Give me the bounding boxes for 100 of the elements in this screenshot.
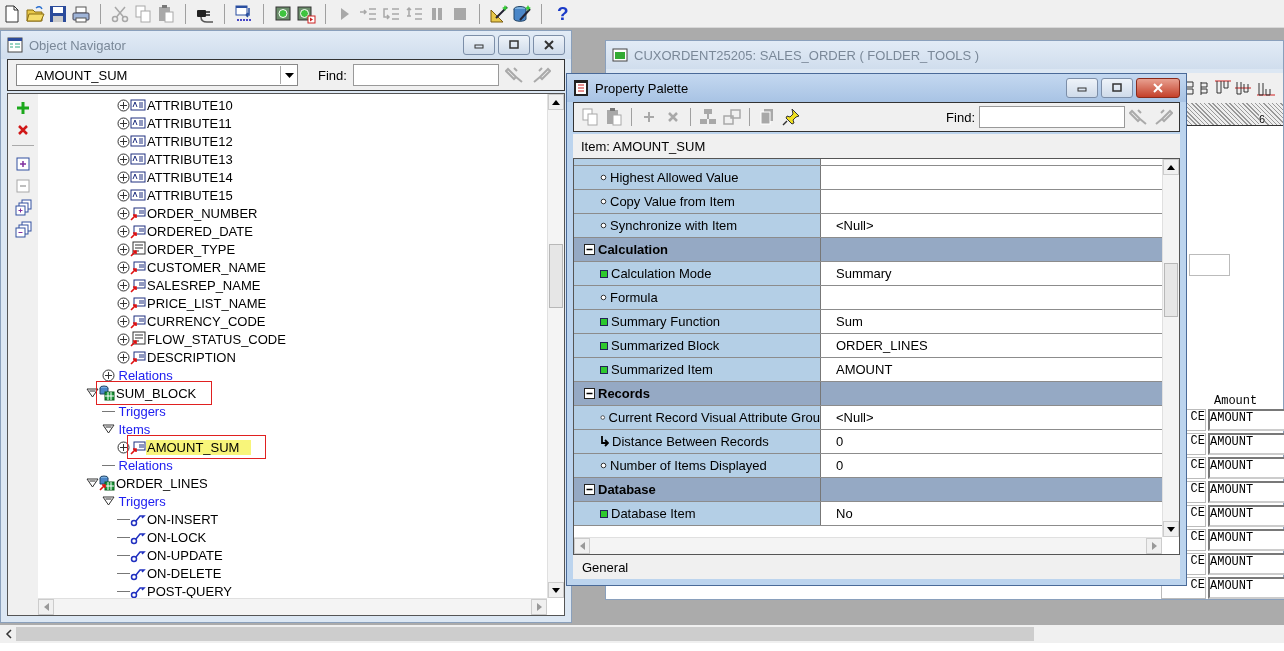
tree-toggle-icon[interactable] bbox=[117, 152, 130, 166]
tree-toggle-icon[interactable] bbox=[584, 388, 595, 399]
tree-item[interactable]: Triggers bbox=[114, 403, 167, 419]
tree-item[interactable]: Relations bbox=[114, 367, 174, 383]
database-wand-icon[interactable] bbox=[512, 3, 532, 24]
group-header[interactable]: Calculation bbox=[574, 238, 1162, 262]
scroll-thumb[interactable] bbox=[1164, 263, 1178, 317]
tree-item[interactable]: ORDER_TYPE bbox=[146, 241, 237, 257]
property-value[interactable]: 0 bbox=[836, 434, 844, 449]
tree-toggle-icon[interactable] bbox=[101, 368, 115, 382]
tree-toggle-icon[interactable] bbox=[584, 244, 595, 255]
tree-toggle-icon[interactable] bbox=[117, 296, 130, 310]
group-header[interactable]: Database bbox=[574, 478, 1162, 502]
vertical-scrollbar[interactable] bbox=[1162, 159, 1179, 537]
tree-item[interactable]: Items bbox=[114, 421, 152, 437]
tree-item[interactable]: ATTRIBUTE13 bbox=[146, 151, 234, 167]
expand-all-icon[interactable] bbox=[13, 198, 33, 218]
property-value[interactable]: <Null> bbox=[836, 410, 874, 425]
debug-screen-icon[interactable] bbox=[296, 3, 316, 24]
tree-item[interactable]: ATTRIBUTE11 bbox=[146, 115, 233, 131]
scroll-up-icon[interactable] bbox=[552, 99, 560, 105]
tree-item[interactable]: SALESREP_NAME bbox=[146, 277, 262, 293]
tree-item[interactable]: Triggers bbox=[114, 493, 167, 509]
tree-item[interactable]: Relations bbox=[114, 457, 174, 473]
scroll-down-icon[interactable] bbox=[552, 587, 560, 593]
tree-item[interactable]: CURRENCY_CODE bbox=[146, 313, 267, 329]
new-file-icon[interactable] bbox=[2, 3, 22, 24]
tree-item[interactable]: ON-LOCK bbox=[146, 529, 208, 545]
property-value[interactable]: No bbox=[836, 506, 853, 521]
tree-item[interactable]: ORDER_LINES bbox=[115, 475, 209, 491]
property-value[interactable]: ORDER_LINES bbox=[836, 338, 928, 353]
tree-toggle-icon[interactable] bbox=[117, 206, 130, 220]
tree-toggle-icon[interactable] bbox=[117, 314, 130, 328]
context-dropdown[interactable]: AMOUNT_SUM bbox=[16, 64, 298, 86]
open-folder-icon[interactable] bbox=[25, 3, 45, 24]
tree-toggle-icon[interactable] bbox=[117, 278, 130, 292]
ruler-wand-icon[interactable] bbox=[489, 3, 509, 24]
tree-toggle-icon[interactable] bbox=[117, 440, 130, 454]
tree-item[interactable]: ORDERED_DATE bbox=[146, 223, 254, 239]
tree-toggle-icon[interactable] bbox=[117, 116, 130, 130]
tree-item[interactable]: ORDER_NUMBER bbox=[146, 205, 259, 221]
horizontal-scrollbar[interactable] bbox=[38, 598, 547, 615]
tree-toggle-icon[interactable] bbox=[117, 224, 130, 238]
tree-toggle-icon[interactable] bbox=[86, 386, 99, 400]
close-button[interactable] bbox=[1136, 78, 1180, 98]
tree-toggle-icon[interactable] bbox=[117, 170, 130, 184]
tree-item[interactable]: POST-QUERY bbox=[146, 583, 233, 598]
tree-toggle-icon[interactable] bbox=[101, 494, 115, 508]
run-screen-icon[interactable] bbox=[273, 3, 293, 24]
tree-item[interactable]: AMOUNT_SUM bbox=[146, 439, 252, 455]
vertical-scrollbar[interactable] bbox=[547, 94, 564, 598]
property-value[interactable]: Sum bbox=[836, 314, 863, 329]
tree-item[interactable]: PRICE_LIST_NAME bbox=[146, 295, 268, 311]
tree-item[interactable]: SUM_BLOCK bbox=[115, 385, 198, 401]
tree-item[interactable]: CUSTOMER_NAME bbox=[146, 259, 267, 275]
maximize-button[interactable] bbox=[498, 35, 530, 55]
horizontal-scrollbar[interactable] bbox=[574, 537, 1162, 554]
maximize-button[interactable] bbox=[1101, 78, 1133, 98]
tree-item[interactable]: ATTRIBUTE15 bbox=[146, 187, 234, 203]
scroll-right-icon[interactable] bbox=[536, 603, 542, 611]
find-field[interactable] bbox=[352, 64, 499, 86]
tree-toggle-icon[interactable] bbox=[117, 134, 130, 148]
horizontal-scrollbar[interactable] bbox=[0, 625, 1284, 643]
scroll-up-icon[interactable] bbox=[1167, 164, 1175, 170]
tree-item[interactable]: ON-DELETE bbox=[146, 565, 223, 581]
pushpin-icon[interactable] bbox=[781, 107, 801, 127]
property-name[interactable]: Formula bbox=[610, 290, 658, 305]
tree-item[interactable]: ON-INSERT bbox=[146, 511, 220, 527]
tree-toggle-icon[interactable] bbox=[117, 350, 130, 364]
expand-icon[interactable] bbox=[13, 154, 33, 174]
tree-toggle-icon[interactable] bbox=[117, 332, 130, 346]
tree-item[interactable]: DESCRIPTION bbox=[146, 349, 237, 365]
tree-item[interactable]: ATTRIBUTE14 bbox=[146, 169, 234, 185]
tree-toggle-icon[interactable] bbox=[584, 484, 595, 495]
window-arrow-icon[interactable] bbox=[234, 3, 254, 24]
minimize-button[interactable] bbox=[463, 35, 495, 55]
tree-toggle-icon[interactable] bbox=[117, 260, 130, 274]
tree-item[interactable]: FLOW_STATUS_CODE bbox=[146, 331, 287, 347]
property-value[interactable]: Summary bbox=[836, 266, 892, 281]
tree-item[interactable]: ON-UPDATE bbox=[146, 547, 224, 563]
collapse-all-icon[interactable] bbox=[13, 220, 33, 240]
close-button[interactable] bbox=[533, 35, 565, 55]
tree-item[interactable]: ATTRIBUTE12 bbox=[146, 133, 234, 149]
tree-item[interactable]: ATTRIBUTE10 bbox=[146, 97, 234, 113]
dropdown-arrow-icon[interactable] bbox=[284, 72, 294, 78]
scroll-right-icon[interactable] bbox=[1151, 542, 1157, 550]
help-button[interactable]: ? bbox=[551, 2, 575, 25]
tree-toggle-icon[interactable] bbox=[117, 242, 130, 256]
scroll-left-icon[interactable] bbox=[3, 628, 15, 640]
tree-toggle-icon[interactable] bbox=[101, 422, 115, 436]
property-value[interactable]: 0 bbox=[836, 458, 844, 473]
property-value[interactable]: <Null> bbox=[836, 218, 874, 233]
find-field[interactable] bbox=[979, 106, 1125, 128]
minimize-button[interactable] bbox=[1066, 78, 1098, 98]
property-value[interactable]: AMOUNT bbox=[836, 362, 893, 377]
group-header[interactable]: Records bbox=[574, 382, 1162, 406]
tree-toggle-icon[interactable] bbox=[117, 98, 130, 112]
tree-toggle-icon[interactable] bbox=[117, 188, 130, 202]
scroll-thumb[interactable] bbox=[549, 244, 563, 308]
tree-toggle-icon[interactable] bbox=[86, 476, 99, 490]
